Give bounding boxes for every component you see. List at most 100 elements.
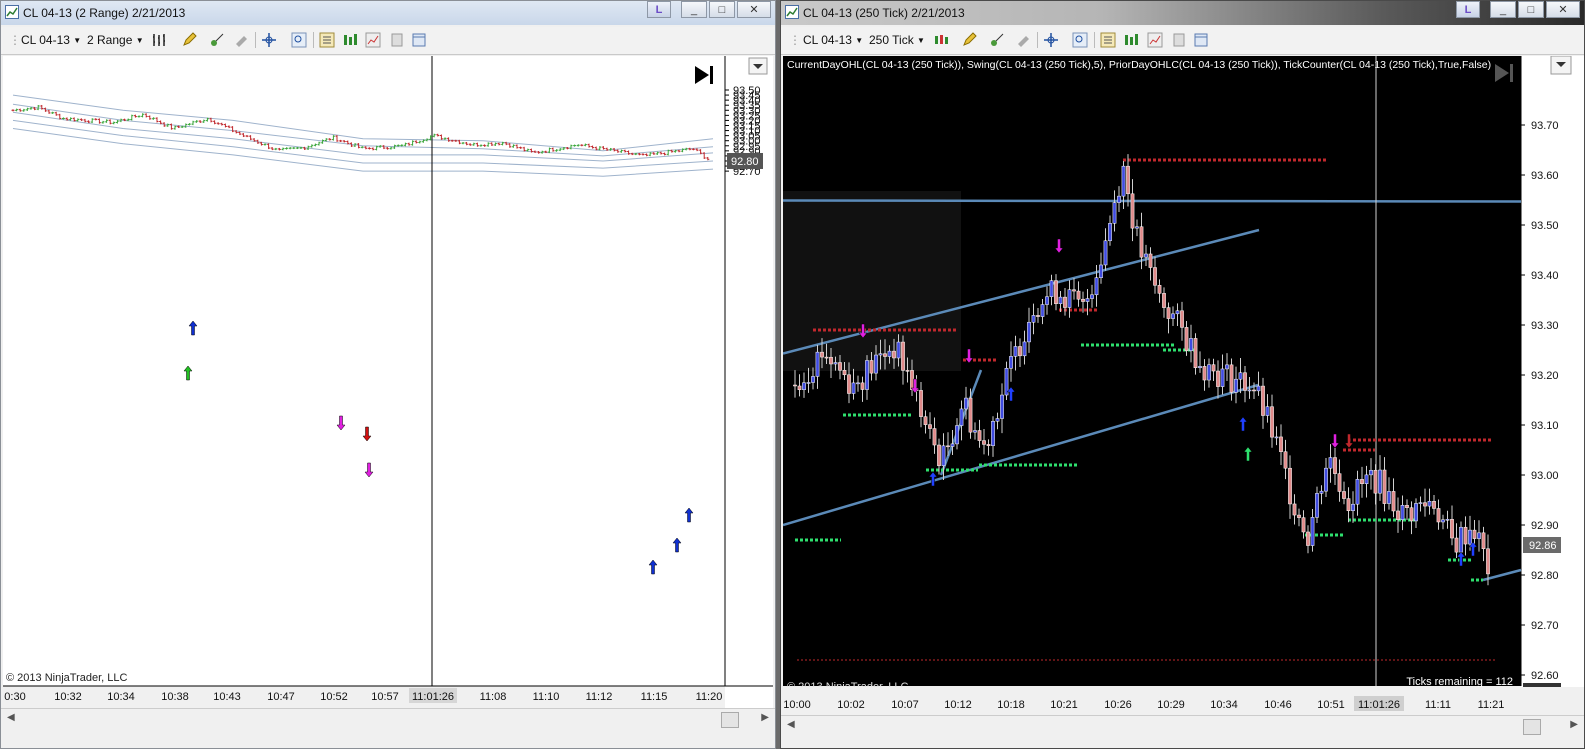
scroll-left-arrow[interactable]: ◀ bbox=[7, 712, 15, 723]
minimize-button[interactable]: _ bbox=[1490, 1, 1516, 18]
candle-body bbox=[1247, 389, 1252, 392]
candle-body bbox=[1288, 467, 1292, 505]
candle-body bbox=[1094, 277, 1099, 296]
candle-body bbox=[797, 385, 802, 391]
time-tick-label: 10:32 bbox=[54, 691, 82, 703]
candle-body bbox=[1387, 491, 1391, 504]
strategies-icon[interactable] bbox=[1123, 32, 1139, 48]
zoom-icon[interactable] bbox=[1072, 32, 1088, 48]
instrument-selector[interactable]: CL 04-13 ▼ bbox=[803, 31, 863, 49]
time-tick-label: 10:29 bbox=[1157, 699, 1185, 711]
candle-body bbox=[919, 390, 923, 417]
scroll-thumb[interactable] bbox=[721, 712, 739, 728]
candle-body bbox=[1112, 202, 1117, 224]
eraser-icon[interactable] bbox=[233, 32, 249, 48]
strategies-icon[interactable] bbox=[342, 32, 358, 48]
data-box-icon[interactable] bbox=[1171, 32, 1187, 48]
candle-body bbox=[1279, 436, 1283, 452]
candle-body bbox=[883, 353, 887, 357]
time-tick-label: 10:02 bbox=[837, 699, 865, 711]
candle-body bbox=[1445, 519, 1450, 521]
scroll-left-arrow[interactable]: ◀ bbox=[787, 719, 795, 730]
time-tick-label: 10:51 bbox=[1317, 699, 1345, 711]
time-tick-label: 10:18 bbox=[997, 699, 1025, 711]
left-chart-window: CL 04-13 (2 Range) 2/21/2013 L _ □ ✕ ⋮ C… bbox=[0, 0, 776, 749]
maximize-button[interactable]: □ bbox=[709, 1, 735, 18]
drawing-tool-icon[interactable] bbox=[989, 32, 1005, 48]
left-price-chart[interactable]: 93.50 93.45 93.40 93.35 93.30 93.25 93.20 93.15… bbox=[3, 56, 773, 719]
crosshair-icon[interactable] bbox=[1043, 32, 1059, 48]
pencil-icon[interactable] bbox=[961, 32, 977, 48]
candle-body bbox=[1315, 493, 1319, 518]
candle-body bbox=[811, 376, 815, 383]
toolbar-grip: ⋮ bbox=[9, 33, 21, 47]
chart-trader-icon[interactable] bbox=[411, 32, 427, 48]
candle-body bbox=[806, 382, 811, 384]
close-button[interactable]: ✕ bbox=[1546, 1, 1580, 18]
pencil-icon[interactable] bbox=[181, 32, 197, 48]
period-selector[interactable]: 250 Tick ▼ bbox=[869, 31, 925, 49]
instrument-selector[interactable]: CL 04-13 ▼ bbox=[21, 31, 81, 49]
candle-body bbox=[1423, 502, 1427, 507]
candle-body bbox=[1090, 294, 1094, 299]
horizontal-scrollbar[interactable]: ◀ ▶ bbox=[781, 715, 1584, 736]
window-title: CL 04-13 (250 Tick) 2/21/2013 bbox=[803, 6, 965, 20]
candle-body bbox=[1081, 298, 1085, 302]
minimize-button[interactable]: _ bbox=[681, 1, 707, 18]
candle-body bbox=[1283, 451, 1288, 469]
indicators-icon[interactable] bbox=[1147, 32, 1163, 48]
candle-body bbox=[887, 350, 892, 357]
scroll-right-arrow[interactable]: ▶ bbox=[761, 712, 769, 723]
candle-body bbox=[1148, 253, 1153, 268]
horizontal-scrollbar[interactable]: ◀ ▶ bbox=[1, 708, 775, 729]
left-chart-canvas[interactable]: 93.5093.4593.4093.3593.3093.2593.2093.15… bbox=[3, 56, 773, 716]
time-tick-label: 10:34 bbox=[107, 691, 135, 703]
period-selector[interactable]: 2 Range ▼ bbox=[87, 31, 144, 49]
candle-body bbox=[1220, 368, 1225, 387]
properties-icon[interactable] bbox=[1100, 32, 1116, 48]
last-price-label: 92.80 bbox=[731, 156, 759, 168]
candle-body bbox=[1382, 469, 1387, 504]
bar-type-icon[interactable] bbox=[933, 32, 949, 48]
close-button[interactable]: ✕ bbox=[737, 1, 771, 18]
ticks-remaining-label: Ticks remaining = 112 bbox=[1406, 676, 1513, 688]
candle-body bbox=[1463, 526, 1468, 545]
properties-icon[interactable] bbox=[319, 32, 335, 48]
candle-body bbox=[1121, 165, 1126, 197]
indicators-icon[interactable] bbox=[365, 32, 381, 48]
candle-body bbox=[1454, 537, 1459, 553]
time-tick-label: 11:12 bbox=[586, 691, 613, 703]
right-title-bar[interactable]: CL 04-13 (250 Tick) 2/21/2013 L _ □ ✕ bbox=[781, 1, 1584, 25]
candle-body bbox=[964, 397, 968, 410]
candle-body bbox=[1229, 364, 1234, 393]
candle-body bbox=[1202, 366, 1207, 381]
link-button[interactable]: L bbox=[1456, 1, 1480, 18]
candle-body bbox=[941, 445, 946, 466]
time-tick-label: 10:07 bbox=[891, 699, 919, 711]
chart-trader-icon[interactable] bbox=[1193, 32, 1209, 48]
zoom-icon[interactable] bbox=[291, 32, 307, 48]
drawing-tool-icon[interactable] bbox=[209, 32, 225, 48]
link-button[interactable]: L bbox=[647, 1, 671, 18]
scroll-thumb[interactable] bbox=[1523, 719, 1541, 735]
crosshair-icon[interactable] bbox=[261, 32, 277, 48]
candle-body bbox=[1414, 503, 1418, 522]
candle-body bbox=[1049, 280, 1054, 297]
candle-body bbox=[973, 430, 977, 433]
data-box-icon[interactable] bbox=[389, 32, 405, 48]
right-price-chart[interactable]: 93.70 93.60 93.50 93.40 93.30 93.20 93.10 93.00… bbox=[782, 55, 1584, 719]
price-tick-label: 92.60 bbox=[1531, 670, 1559, 682]
candle-body bbox=[1144, 253, 1148, 258]
candle-body bbox=[1256, 385, 1261, 392]
left-title-bar[interactable]: CL 04-13 (2 Range) 2/21/2013 L _ □ ✕ bbox=[1, 1, 775, 25]
candle-body bbox=[856, 382, 860, 385]
left-toolbar: ⋮ CL 04-13 ▼ 2 Range ▼ bbox=[1, 27, 775, 55]
maximize-button[interactable]: □ bbox=[1518, 1, 1544, 18]
horizontal-trendline[interactable] bbox=[782, 199, 1522, 203]
bar-type-icon[interactable] bbox=[151, 32, 167, 48]
right-chart-canvas[interactable]: 93.70 93.60 93.50 93.40 93.30 93.20 93.10 93.00… bbox=[782, 55, 1584, 716]
eraser-icon[interactable] bbox=[1015, 32, 1031, 48]
candle-body bbox=[1306, 531, 1310, 546]
scroll-right-arrow[interactable]: ▶ bbox=[1570, 719, 1578, 730]
candle-body bbox=[1054, 280, 1058, 304]
